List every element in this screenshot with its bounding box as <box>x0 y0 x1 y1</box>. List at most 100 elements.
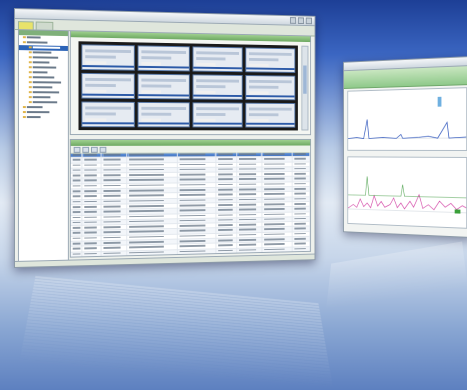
tree-item-label <box>32 76 55 79</box>
table-cell <box>216 197 238 203</box>
device-grid <box>78 41 298 131</box>
table-cell <box>127 208 178 214</box>
tree-item-label <box>32 61 50 64</box>
device-tile[interactable] <box>245 75 296 101</box>
minimize-icon[interactable] <box>289 17 297 24</box>
table-cell <box>261 222 293 227</box>
table-cell <box>177 193 217 198</box>
table-cell <box>177 152 217 157</box>
device-tile[interactable] <box>245 47 296 73</box>
table-cell <box>292 177 311 182</box>
table-cell <box>82 256 102 258</box>
toolbar-button[interactable] <box>82 146 90 153</box>
table-cell <box>292 226 311 232</box>
table-cell <box>177 213 217 219</box>
table-cell <box>216 223 238 228</box>
folder-icon <box>28 86 32 89</box>
table-cell <box>70 215 83 220</box>
device-scroll-thumb[interactable] <box>303 65 307 94</box>
device-scrollbar[interactable] <box>301 45 309 131</box>
device-tile[interactable] <box>81 72 135 99</box>
status-indicator <box>454 209 461 214</box>
toolbar-button[interactable] <box>99 146 107 153</box>
device-tile-field <box>85 55 117 59</box>
toolbar-button[interactable] <box>73 146 81 153</box>
device-panel <box>69 30 312 136</box>
device-tile-field <box>141 118 162 122</box>
table-cell <box>216 207 238 213</box>
tree-item-label <box>26 36 41 39</box>
close-icon[interactable] <box>305 17 312 25</box>
device-tile-field <box>195 57 226 61</box>
device-status-stripe <box>138 122 189 125</box>
folder-icon <box>22 36 26 39</box>
device-status-stripe <box>193 94 242 97</box>
table-cell <box>216 248 238 254</box>
device-tile[interactable] <box>81 44 135 71</box>
device-tile-field <box>141 106 186 110</box>
maximize-icon[interactable] <box>297 17 305 25</box>
table-cell <box>292 246 311 252</box>
tree-item[interactable] <box>19 115 68 120</box>
device-tile[interactable] <box>245 102 296 128</box>
table-cell <box>177 187 217 193</box>
tree-item-label <box>32 101 58 104</box>
table-cell <box>127 193 178 199</box>
folder-icon <box>28 81 32 84</box>
device-tile[interactable] <box>192 102 243 128</box>
table-cell <box>237 167 262 172</box>
device-tile-field <box>249 52 292 56</box>
table-cell <box>216 157 238 162</box>
table-cell <box>261 172 293 177</box>
device-tile[interactable] <box>137 101 190 128</box>
device-tile-field <box>85 106 131 110</box>
device-tile[interactable] <box>137 45 190 72</box>
table-cell <box>237 212 262 218</box>
device-tile-field <box>249 85 278 89</box>
device-tile-field <box>141 50 186 54</box>
table-cell <box>101 152 128 157</box>
device-tile-field <box>85 61 106 65</box>
table-cell <box>177 218 217 224</box>
toolbar-button[interactable] <box>91 146 98 153</box>
table-cell <box>177 228 217 234</box>
device-tile[interactable] <box>192 74 243 100</box>
table-cell <box>70 199 83 205</box>
table-cell <box>261 187 293 192</box>
device-status-stripe <box>193 66 242 70</box>
device-tile[interactable] <box>81 101 135 128</box>
table-cell <box>261 212 293 217</box>
table-cell <box>101 225 128 230</box>
table-cell <box>70 168 83 173</box>
device-tile-field <box>141 78 186 82</box>
table-cell <box>237 217 262 223</box>
table-cell <box>261 182 293 187</box>
device-tile-field <box>249 91 269 95</box>
table-cell <box>127 162 178 168</box>
table-cell <box>237 207 262 213</box>
table-cell <box>127 188 178 194</box>
device-tile[interactable] <box>137 73 190 100</box>
table-cell <box>70 152 83 158</box>
table-cell <box>82 215 102 220</box>
device-tile-field <box>85 118 106 122</box>
table-cell <box>101 240 128 246</box>
table-cell <box>261 177 293 182</box>
folder-icon <box>28 66 32 69</box>
table-cell <box>216 182 238 188</box>
table-cell <box>261 227 293 232</box>
table-cell <box>127 167 178 173</box>
table-cell <box>127 178 178 183</box>
device-tile-field <box>85 89 106 93</box>
table-cell <box>292 191 311 197</box>
tree-item-label <box>32 66 57 69</box>
device-tile[interactable] <box>192 46 243 73</box>
table-cell <box>70 236 83 241</box>
table-cell <box>70 241 83 247</box>
table-cell <box>216 243 238 248</box>
table-cell <box>82 230 102 236</box>
folder-icon <box>22 111 26 114</box>
device-tile-field <box>141 56 172 60</box>
device-status-stripe <box>246 95 295 98</box>
table-cell <box>177 167 217 173</box>
